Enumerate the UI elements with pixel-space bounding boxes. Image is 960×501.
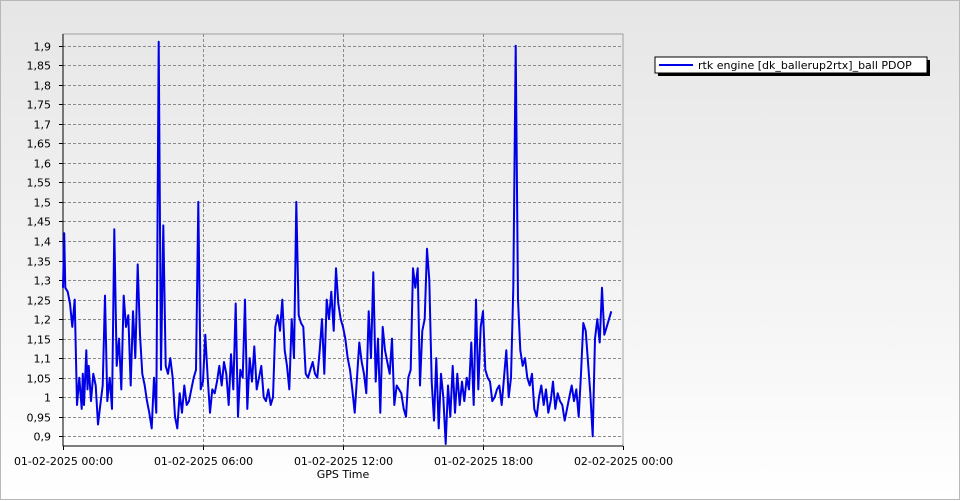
y-tick-label: 1,7 — [34, 119, 52, 132]
y-tick-label: 1 — [44, 392, 51, 405]
x-axis: 01-02-2025 00:00 01-02-2025 06:00 01-02-20… — [14, 445, 673, 468]
y-tick-label: 1,6 — [34, 158, 52, 171]
y-tick-label: 1,2 — [34, 314, 52, 327]
y-tick-label: 1,55 — [27, 177, 52, 190]
y-tick-label: 0,95 — [27, 412, 52, 425]
y-tick-label: 1,3 — [34, 275, 52, 288]
y-tick-label: 1,45 — [27, 216, 52, 229]
y-tick-label: 1,8 — [34, 80, 52, 93]
y-tick-label: 1,4 — [34, 236, 52, 249]
y-tick-label: 1,35 — [27, 256, 52, 269]
y-tick-label: 1,25 — [27, 295, 52, 308]
chart-window: 0,9 0,95 1 1,05 1,1 1,15 1,2 1,25 1,3 1,35 1,4 1,45… — [0, 0, 960, 500]
y-tick-label: 1,15 — [27, 334, 52, 347]
y-tick-label: 1,85 — [27, 60, 52, 73]
x-tick-label: 01-02-2025 12:00 — [294, 455, 393, 468]
grid-lines — [63, 34, 623, 446]
y-tick-label: 1,9 — [34, 41, 52, 54]
y-axis: 0,9 0,95 1 1,05 1,1 1,15 1,2 1,25 1,3 1,35 1,4 1,45… — [27, 34, 64, 446]
series-layer — [62, 40, 613, 445]
y-tick-label: 1,75 — [27, 99, 52, 112]
series-line-0 — [62, 40, 613, 445]
x-tick-label: 01-02-2025 00:00 — [14, 455, 113, 468]
y-tick-label: 1,1 — [34, 353, 52, 366]
x-tick-label: 01-02-2025 06:00 — [154, 455, 253, 468]
y-tick-label: 1,5 — [34, 197, 52, 210]
x-axis-title: GPS Time — [317, 468, 370, 481]
pdop-line-chart: 0,9 0,95 1 1,05 1,1 1,15 1,2 1,25 1,3 1,35 1,4 1,45… — [14, 33, 930, 481]
x-tick-label: 01-02-2025 18:00 — [434, 455, 533, 468]
legend: rtk engine [dk_ballerup2rtx]_ball PDOP — [654, 56, 930, 76]
legend-series-label: rtk engine [dk_ballerup2rtx]_ball PDOP — [698, 59, 912, 72]
y-tick-label: 0,9 — [34, 431, 52, 444]
y-tick-label: 1,65 — [27, 138, 52, 151]
x-tick-label: 02-02-2025 00:00 — [574, 455, 673, 468]
y-tick-label: 1,05 — [27, 373, 52, 386]
